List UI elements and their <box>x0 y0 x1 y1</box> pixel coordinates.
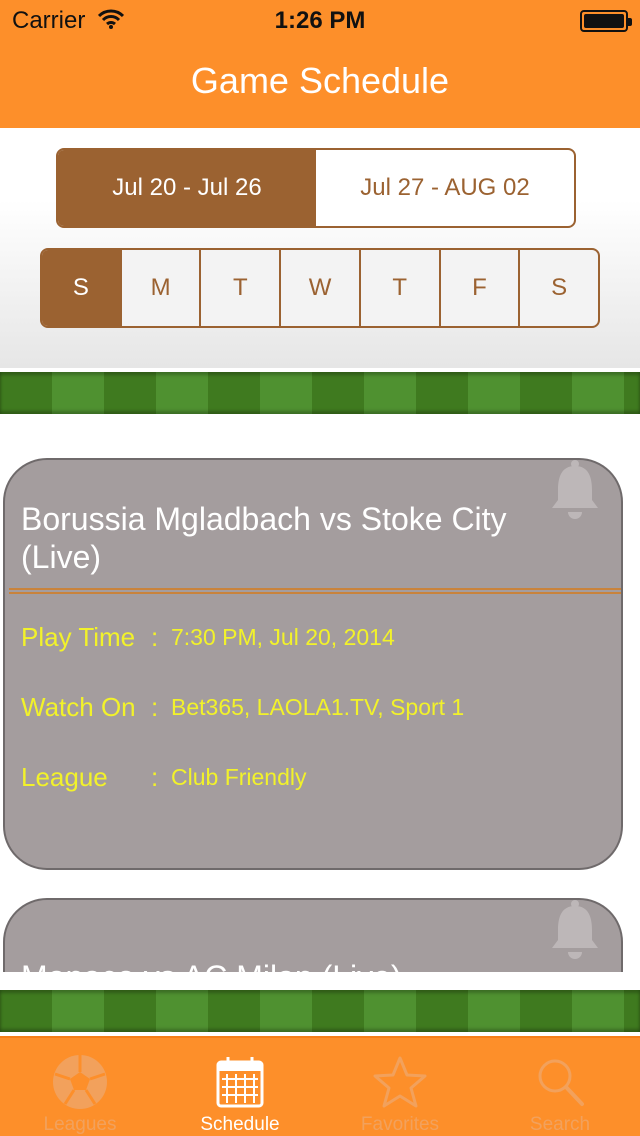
tab-bar: Leagues Schedule Favorites Search <box>0 1036 640 1136</box>
soccer-ball-icon <box>50 1052 110 1112</box>
day-option-sunday[interactable]: S <box>42 250 120 326</box>
match-card[interactable]: Monaco vs AC Milan (Live) <box>3 898 623 972</box>
date-selector-area: Jul 20 - Jul 26 Jul 27 - AUG 02 S M T W … <box>0 128 640 368</box>
colon-separator: : <box>151 622 159 652</box>
day-option-thursday[interactable]: T <box>358 250 439 326</box>
day-segmented-control: S M T W T F S <box>40 248 600 328</box>
status-time: 1:26 PM <box>274 7 366 34</box>
grass-divider-top <box>0 372 640 414</box>
colon-separator: : <box>151 692 159 722</box>
day-option-friday[interactable]: F <box>438 250 519 326</box>
week-option-next[interactable]: Jul 27 - AUG 02 <box>316 150 574 226</box>
tab-label: Search <box>529 1114 591 1135</box>
calendar-icon <box>210 1052 270 1112</box>
tab-label: Favorites <box>360 1114 440 1135</box>
tab-label: Schedule <box>200 1114 280 1135</box>
tab-favorites[interactable]: Favorites <box>320 1038 480 1136</box>
league-label: League <box>21 762 108 792</box>
match-title: Borussia Mgladbach vs Stoke City (Live) <box>21 501 507 575</box>
star-icon <box>370 1052 430 1112</box>
page-title: Game Schedule <box>190 60 450 101</box>
bell-icon[interactable] <box>549 900 601 967</box>
match-list[interactable]: Borussia Mgladbach vs Stoke City (Live) … <box>0 414 640 972</box>
day-option-saturday[interactable]: S <box>518 250 598 326</box>
match-title: Monaco vs AC Milan (Live) <box>21 958 581 972</box>
status-bar: Carrier 1:26 PM <box>0 0 640 40</box>
tab-leagues[interactable]: Leagues <box>0 1038 160 1136</box>
league-value: Club Friendly <box>171 764 307 790</box>
watch-on-label: Watch On <box>21 692 136 722</box>
play-time-label: Play Time <box>21 622 136 652</box>
card-divider <box>9 588 621 594</box>
battery-icon <box>580 10 632 32</box>
grass-divider-bottom <box>0 990 640 1032</box>
match-card[interactable]: Borussia Mgladbach vs Stoke City (Live) … <box>3 458 623 870</box>
week-segmented-control: Jul 20 - Jul 26 Jul 27 - AUG 02 <box>56 148 576 228</box>
nav-header: Carrier 1:26 PM Game Schedule <box>0 0 640 128</box>
tab-schedule[interactable]: Schedule <box>160 1038 320 1136</box>
colon-separator: : <box>151 762 159 792</box>
tab-search[interactable]: Search <box>480 1038 640 1136</box>
tab-label: Leagues <box>43 1114 117 1135</box>
week-option-current[interactable]: Jul 20 - Jul 26 <box>58 150 316 226</box>
watch-on-value: Bet365, LAOLA1.TV, Sport 1 <box>171 694 465 720</box>
day-option-monday[interactable]: M <box>119 250 200 326</box>
play-time-value: 7:30 PM, Jul 20, 2014 <box>171 624 395 650</box>
day-option-tuesday[interactable]: T <box>199 250 279 326</box>
day-option-wednesday[interactable]: W <box>279 250 359 326</box>
search-icon <box>530 1052 590 1112</box>
